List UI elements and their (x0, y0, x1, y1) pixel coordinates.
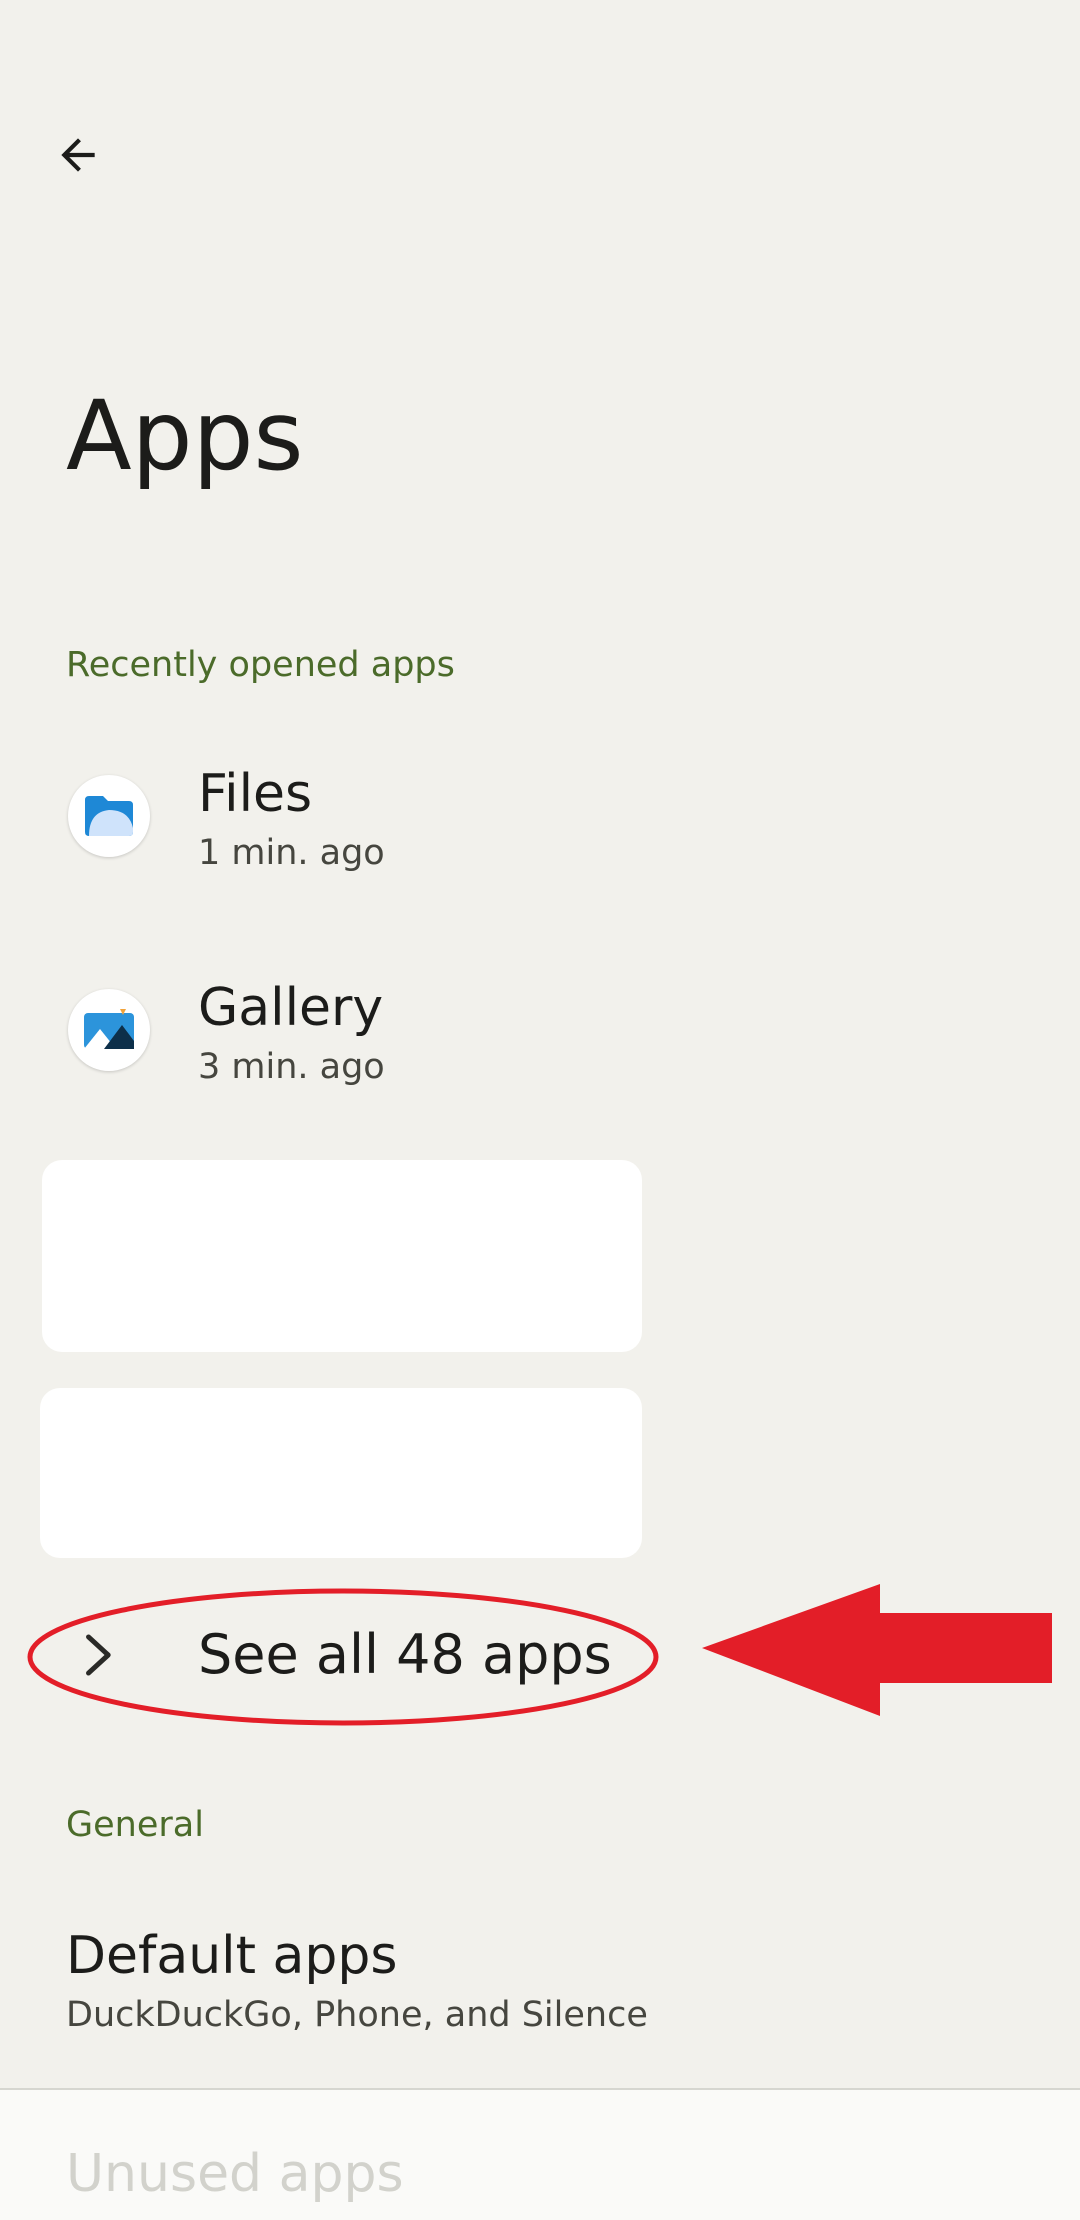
see-all-apps-button[interactable]: See all 48 apps (0, 1590, 700, 1720)
section-header-recent: Recently opened apps (66, 645, 455, 685)
app-name: Gallery (198, 978, 384, 1038)
files-app-icon (68, 775, 150, 857)
arrow-left-icon (61, 138, 95, 172)
apps-settings-screen: Apps Recently opened apps Files 1 min. a… (0, 0, 1080, 2220)
gallery-icon (84, 1009, 134, 1049)
app-last-opened: 3 min. ago (198, 1047, 385, 1087)
default-apps-item[interactable]: Default apps DuckDuckGo, Phone, and Sile… (0, 1900, 1080, 2050)
see-all-apps-label: See all 48 apps (198, 1623, 612, 1686)
back-button[interactable] (38, 115, 118, 195)
section-header-general: General (66, 1805, 204, 1845)
page-title: Apps (66, 380, 304, 492)
gallery-app-icon (68, 989, 150, 1071)
app-last-opened: 1 min. ago (198, 833, 385, 873)
blank-app-card[interactable] (40, 1388, 642, 1558)
blank-app-card[interactable] (42, 1160, 642, 1352)
unused-apps-title: Unused apps (66, 2144, 404, 2204)
chevron-right-icon (86, 1634, 111, 1676)
default-apps-subtitle: DuckDuckGo, Phone, and Silence (66, 1995, 648, 2035)
recent-app-gallery[interactable]: Gallery 3 min. ago (0, 948, 1080, 1124)
default-apps-title: Default apps (66, 1926, 398, 1986)
app-name: Files (198, 764, 313, 824)
annotation-arrow-icon (702, 1584, 1052, 1716)
unused-apps-item[interactable]: Unused apps (0, 2088, 1080, 2220)
recent-app-files[interactable]: Files 1 min. ago (0, 734, 1080, 910)
folder-icon (85, 796, 133, 836)
